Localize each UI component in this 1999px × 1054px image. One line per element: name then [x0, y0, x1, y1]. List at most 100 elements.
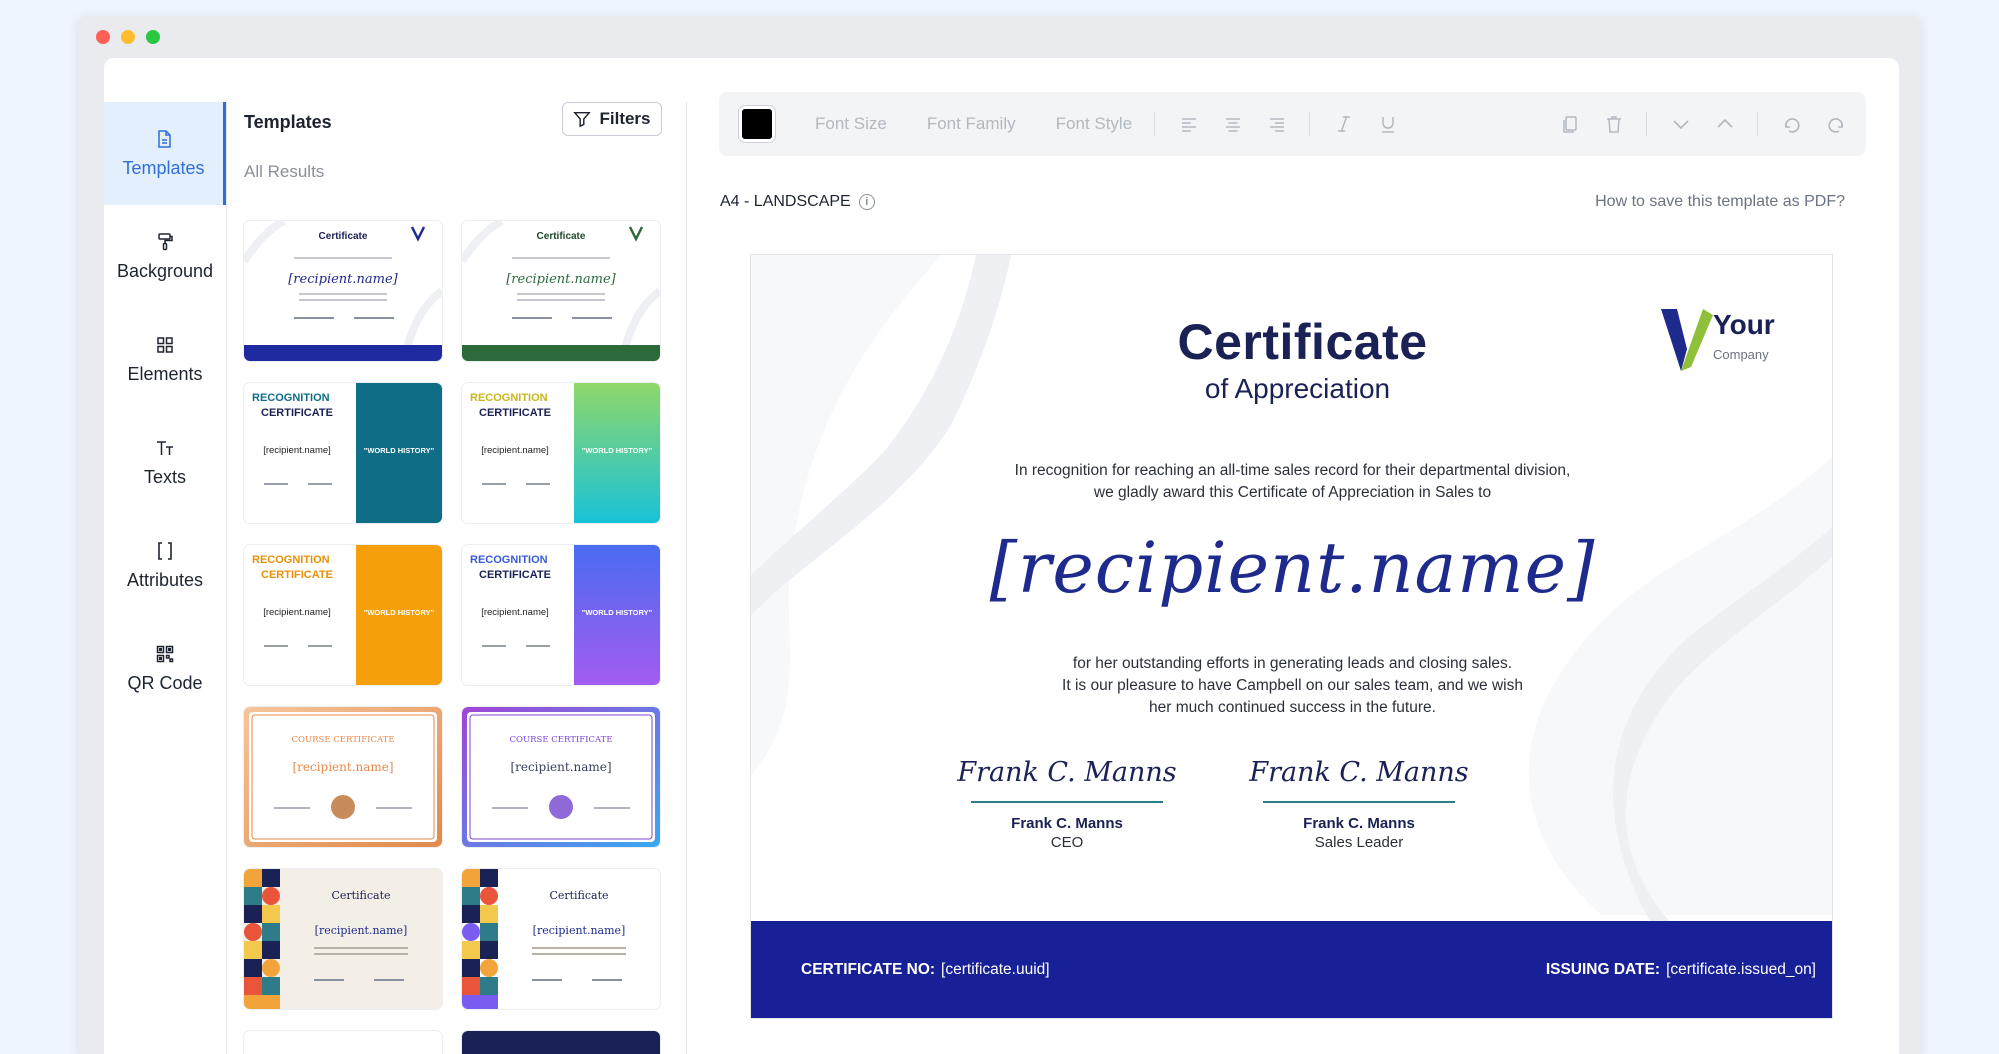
signature-line [1263, 801, 1455, 803]
body-line: for her outstanding efforts in generatin… [1072, 655, 1513, 672]
template-thumbnail[interactable] [244, 1031, 442, 1054]
signature-line [971, 801, 1163, 803]
info-icon[interactable]: i [858, 194, 875, 210]
font-size-dropdown[interactable]: Font Size [815, 114, 887, 134]
toolbar-divider [1309, 112, 1311, 136]
signature-script: Frank C. Manns [1249, 757, 1469, 788]
panel-divider [686, 102, 687, 1054]
sidebar-item-elements[interactable]: Elements [104, 308, 226, 411]
signature-block[interactable]: Frank C. Manns Frank C. Manns Sales Lead… [1249, 757, 1469, 851]
thumb-recipient: [recipient.name] [506, 272, 616, 287]
logo-text: Your [1713, 309, 1775, 340]
thumb-recipient: [recipient.name] [481, 445, 549, 456]
certificate-footer: CERTIFICATE NO: [certificate.uuid] ISSUIN… [751, 921, 1832, 1018]
minimize-window-button[interactable] [121, 30, 135, 44]
app-window: Templates Background Elements Texts Attr… [78, 16, 1921, 1054]
brackets-icon [158, 541, 172, 560]
underline-icon[interactable] [1378, 114, 1398, 134]
template-thumbnail[interactable]: Certificate [recipient.name] [244, 869, 442, 1009]
template-thumbnail[interactable]: Certificate [recipient.name] [462, 869, 660, 1009]
sidebar-item-attributes[interactable]: Attributes [104, 514, 226, 617]
certificate-number[interactable]: CERTIFICATE NO: [certificate.uuid] [801, 961, 1050, 979]
certificate-canvas[interactable]: Certificate of Appreciation Your Company… [750, 254, 1833, 1019]
signer-role: Sales Leader [1314, 834, 1404, 851]
signature-block[interactable]: Frank C. Manns Frank C. Manns CEO [957, 757, 1177, 851]
intro-line: In recognition for reaching an all-time … [1014, 462, 1571, 479]
issuing-date[interactable]: ISSUING DATE: [certificate.issued_on] [1546, 961, 1816, 979]
align-center-icon[interactable] [1223, 114, 1243, 134]
sidebar-item-templates[interactable]: Templates [104, 102, 226, 205]
certificate-number-value: [certificate.uuid] [941, 961, 1050, 978]
template-thumbnail[interactable]: RECOGNITION CERTIFICATE [recipient.name]… [244, 545, 442, 685]
thumb-title: RECOGNITION [470, 554, 548, 566]
results-label: All Results [244, 162, 325, 181]
text-color-picker[interactable] [739, 106, 775, 142]
body-line: her much continued success in the future… [1149, 699, 1436, 716]
page-size-text: A4 - LANDSCAPE [720, 193, 851, 210]
sidebar-item-texts[interactable]: Texts [104, 411, 226, 514]
template-thumbnail[interactable] [462, 1031, 660, 1054]
template-thumbnail[interactable]: RECOGNITION CERTIFICATE [recipient.name]… [462, 545, 660, 685]
chevron-down-icon[interactable] [1671, 114, 1691, 134]
sidebar-item-qr-code[interactable]: QR Code [104, 617, 226, 720]
issuing-date-value: [certificate.issued_on] [1666, 961, 1816, 978]
template-preview: Certificate [recipient.name] [244, 869, 442, 1009]
thumb-course: "WORLD HISTORY" [364, 608, 435, 617]
maximize-window-button[interactable] [146, 30, 160, 44]
italic-icon[interactable] [1334, 114, 1354, 134]
thumb-recipient: [recipient.name] [263, 445, 331, 456]
copy-icon[interactable] [1560, 114, 1580, 134]
certificate-subheading[interactable]: of Appreciation [751, 373, 1832, 405]
signer-name: Frank C. Manns [1303, 815, 1415, 832]
thumb-course: "WORLD HISTORY" [364, 446, 435, 455]
thumb-title: COURSE CERTIFICATE [291, 735, 394, 745]
thumb-recipient: [recipient.name] [263, 607, 331, 618]
undo-icon[interactable] [1782, 114, 1802, 134]
thumb-title: COURSE CERTIFICATE [509, 735, 612, 745]
close-window-button[interactable] [96, 30, 110, 44]
sidebar-item-background[interactable]: Background [104, 205, 226, 308]
template-thumbnail[interactable]: RECOGNITION CERTIFICATE [recipient.name]… [244, 383, 442, 523]
text-icon [157, 440, 173, 455]
company-logo[interactable]: Your Company [1659, 305, 1789, 377]
thumb-title: Certificate [319, 231, 368, 242]
thumb-title: Certificate [549, 889, 608, 902]
sidebar: Templates Background Elements Texts Attr… [104, 102, 226, 720]
template-preview: RECOGNITION CERTIFICATE [recipient.name]… [244, 383, 442, 523]
recipient-name[interactable]: [recipient.name] [751, 527, 1832, 609]
template-preview: RECOGNITION CERTIFICATE [recipient.name]… [462, 383, 660, 523]
template-thumbnail[interactable]: RECOGNITION CERTIFICATE [recipient.name]… [462, 383, 660, 523]
align-right-icon[interactable] [1267, 114, 1287, 134]
redo-icon[interactable] [1826, 114, 1846, 134]
toolbar-divider [1646, 112, 1647, 136]
save-pdf-help-link[interactable]: How to save this template as PDF? [1595, 193, 1845, 211]
thumb-title: Certificate [331, 889, 390, 902]
thumb-recipient: [recipient.name] [315, 924, 408, 937]
template-thumbnail[interactable]: COURSE CERTIFICATE [recipient.name] [244, 707, 442, 847]
signer-role: CEO [1050, 834, 1084, 851]
sidebar-item-label: Background [116, 260, 214, 281]
thumb-title: RECOGNITION [252, 554, 330, 566]
certificate-intro[interactable]: In recognition for reaching an all-time … [751, 460, 1832, 504]
sidebar-divider [226, 102, 227, 1054]
paint-roller-icon [158, 232, 173, 250]
issuing-date-label: ISSUING DATE: [1545, 961, 1661, 978]
template-thumbnail[interactable]: Certificate [recipient.name] [462, 221, 660, 361]
thumb-recipient: [recipient.name] [481, 607, 549, 618]
font-style-dropdown[interactable]: Font Style [1056, 114, 1133, 134]
template-thumbnail[interactable]: Certificate [recipient.name] [244, 221, 442, 361]
filter-icon [573, 111, 592, 128]
certificate-body[interactable]: for her outstanding efforts in generatin… [751, 653, 1832, 719]
template-thumbnail[interactable]: COURSE CERTIFICATE [recipient.name] [462, 707, 660, 847]
font-family-dropdown[interactable]: Font Family [927, 114, 1016, 134]
sidebar-item-label: Texts [143, 466, 186, 487]
thumb-recipient: [recipient.name] [292, 760, 393, 774]
filters-button[interactable]: Filters [562, 102, 662, 136]
align-left-icon[interactable] [1179, 114, 1199, 134]
title-bar [78, 16, 1921, 58]
delete-icon[interactable] [1604, 114, 1624, 134]
qr-code-icon [156, 645, 174, 662]
chevron-up-icon[interactable] [1715, 114, 1735, 134]
thumb-title: RECOGNITION [252, 392, 330, 404]
format-toolbar: Font Size Font Family Font Style [719, 92, 1866, 156]
